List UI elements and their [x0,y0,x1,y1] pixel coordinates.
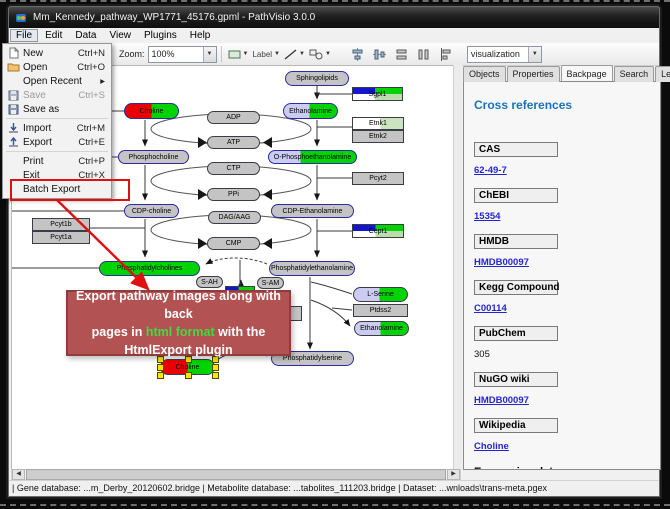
selection-handle[interactable] [157,364,164,371]
file-menu-item-open[interactable]: OpenCtrl+O [3,60,111,74]
menu-shortcut: Ctrl+O [77,62,111,73]
node-label: O-Phosphoethanolamine [274,154,351,161]
callout-line2: pages in html format with the [92,323,266,341]
menu-separator [6,151,108,152]
node-label: ATP [227,139,240,146]
menu-shortcut: Ctrl+E [78,137,111,148]
menu-item-label: Export [23,137,78,148]
node-ethanolamine[interactable]: Ethanolamine [283,103,338,119]
node-etnk2[interactable]: Etnk2 [352,130,404,143]
node-phosphatidylcholines[interactable]: Phosphatidylcholines [99,261,200,276]
menu-shortcut: Ctrl+S [78,90,111,101]
file-menu-item-save[interactable]: SaveCtrl+S [3,88,111,102]
node-pcyt1a[interactable]: Pcyt1a [32,231,90,244]
node-pcyt2[interactable]: Pcyt2 [352,172,404,185]
node-label: Pcyt1b [50,221,71,228]
node-label: CDP-choline [132,208,171,215]
node-ppi[interactable]: PPi [207,188,260,201]
save-icon [3,90,23,101]
node-label: CTP [227,165,241,172]
menu-separator [6,118,108,119]
node-label: Cept1 [369,228,388,235]
import-icon [3,122,23,134]
node-choline-selected[interactable]: Choline [160,359,215,375]
node-label: Phosphatidylcholines [117,265,183,272]
node-label: Pcyt2 [369,175,387,182]
node-label: Ethanolamine [289,108,332,115]
menu-item-label: Open Recent [23,76,100,87]
callout-line3: HtmlExport plugin [124,341,232,359]
file-menu-item-print[interactable]: PrintCtrl+P [3,154,111,168]
new-file-icon [3,47,23,59]
selection-handle[interactable] [185,372,192,379]
node-label: Choline [176,364,200,371]
file-menu-item-new[interactable]: NewCtrl+N [3,46,111,60]
node-label: Phosphatidylethanolamine [271,265,353,272]
node-atp[interactable]: ATP [207,136,260,149]
node-phosphatidylethanolamine[interactable]: Phosphatidylethanolamine [269,261,355,276]
node-pcyt1b[interactable]: Pcyt1b [32,218,90,231]
node-label: Pcyt1a [50,234,71,241]
file-menu-dropdown: NewCtrl+NOpenCtrl+OOpen Recent▸SaveCtrl+… [2,43,112,199]
batch-export-annotation-rect [10,179,130,201]
file-menu-item-import[interactable]: ImportCtrl+M [3,121,111,135]
selection-handle[interactable] [212,364,219,371]
menu-shortcut: Ctrl+M [77,123,111,134]
node-label: Sgpl1 [369,91,387,98]
node-label: Sphingolipids [296,75,338,82]
node-sgpl1[interactable]: Sgpl1 [352,87,403,101]
node-label: Ptdss2 [370,307,391,314]
node-label: Ethanolamine [360,325,403,332]
node-label: CDP-Ethanolamine [283,208,343,215]
node-o-phosphoethanolamine[interactable]: O-Phosphoethanolamine [268,150,357,164]
menu-item-label: Save as [23,104,105,115]
save-as-icon [3,104,23,115]
node-ctp[interactable]: CTP [207,162,260,175]
menu-shortcut: Ctrl+P [78,156,111,167]
node-label: Phosphatidylserine [283,355,342,362]
node-label: Etnk2 [369,133,387,140]
export-icon [3,136,23,148]
node-ptdss2[interactable]: Ptdss2 [353,304,408,317]
node-sphingolipids[interactable]: Sphingolipids [285,71,349,86]
menu-item-label: Import [23,123,77,134]
annotation-callout: Export pathway images along with back pa… [66,290,291,356]
node-ethanolamine[interactable]: Ethanolamine [354,321,409,336]
node-label: PPi [228,191,239,198]
node-phosphocholine[interactable]: Phosphocholine [118,150,189,164]
callout-line1: Export pathway images along with back [68,287,289,323]
node-cmp[interactable]: CMP [207,237,260,250]
submenu-arrow-icon: ▸ [100,76,111,87]
node-cdp-choline[interactable]: CDP-choline [124,204,179,218]
node-label: S-AH [201,279,218,286]
menu-item-label: New [23,48,78,59]
menu-item-label: Open [23,62,77,73]
node-choline[interactable]: Choline [124,103,179,119]
node-label: CMP [226,240,242,247]
screenshot-root: Mm_Kennedy_pathway_WP1771_45176.gpml - P… [0,0,670,509]
node-label: Etnk1 [369,120,387,127]
menu-item-label: Save [23,90,78,101]
menu-shortcut: Ctrl+N [78,48,111,59]
node-label: L-Serine [367,291,393,298]
file-menu-item-open-recent[interactable]: Open Recent▸ [3,74,111,88]
selection-handle[interactable] [157,372,164,379]
node-etnk1[interactable]: Etnk1 [352,117,404,130]
node-cdp-ethanolamine[interactable]: CDP-Ethanolamine [271,204,354,218]
menu-item-label: Print [23,156,78,167]
node-label: Phosphocholine [129,154,179,161]
node-label: Choline [140,108,164,115]
node-dag-aag[interactable]: DAG/AAG [208,211,261,224]
open-folder-icon [3,62,23,72]
node-label: ADP [226,114,240,121]
node-cept1[interactable]: Cept1 [352,224,404,238]
node-label: S-AM [262,280,280,287]
file-menu-item-save-as[interactable]: Save as [3,102,111,116]
callout-highlight: html format [146,325,215,339]
node-adp[interactable]: ADP [207,111,260,124]
node-label: DAG/AAG [219,214,251,221]
selection-handle[interactable] [212,372,219,379]
file-menu-item-export[interactable]: ExportCtrl+E [3,135,111,149]
node-l-serine[interactable]: L-Serine [353,287,408,302]
